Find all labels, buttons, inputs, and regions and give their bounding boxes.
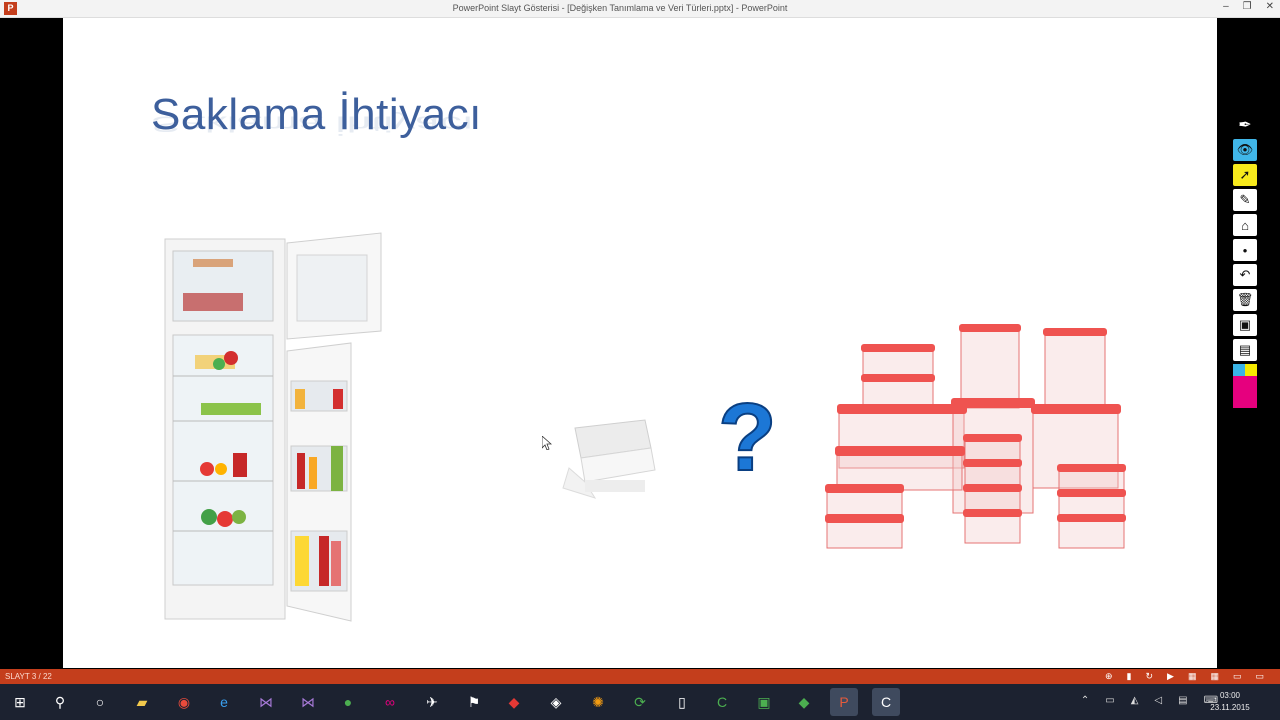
visual-studio-icon[interactable]: ⋈	[252, 688, 280, 716]
food-containers-image	[825, 324, 1126, 549]
dot-size-icon[interactable]: •	[1233, 239, 1257, 261]
notes-icon[interactable]: ▮	[1127, 671, 1132, 682]
document-icon[interactable]: ▤	[1233, 339, 1257, 361]
clock-time: 03:00	[1219, 691, 1241, 700]
taskbar-clock[interactable]: 03:00 23.11.2015	[1200, 690, 1260, 714]
clock-date: 23.11.2015	[1210, 703, 1250, 712]
refrigerator-image	[164, 232, 382, 622]
chat-app-icon[interactable]: ●	[334, 688, 362, 716]
eye-icon[interactable]: 👁	[1233, 139, 1257, 161]
restore-button[interactable]: ❐	[1243, 1, 1252, 12]
normal-view-icon[interactable]: ▦	[1188, 671, 1197, 682]
slide-sorter-icon[interactable]: ▦	[1210, 671, 1219, 682]
pen-icon[interactable]: ✒	[1233, 114, 1257, 136]
slideshow-view-icon[interactable]: ▭	[1255, 671, 1264, 682]
question-mark: ?	[717, 384, 778, 491]
network-icon[interactable]: ◭	[1131, 695, 1139, 706]
diamond-app-icon[interactable]: ◆	[790, 688, 818, 716]
unity-icon[interactable]: ◈	[542, 688, 570, 716]
chrome-icon[interactable]: ◉	[170, 688, 198, 716]
plastic-tray-image	[562, 419, 656, 499]
window-titlebar: P PowerPoint Slayt Gösterisi - [Değişken…	[0, 0, 1280, 18]
color-magenta-swatch[interactable]	[1233, 376, 1257, 408]
slideshow-statusbar: SLAYT 3 / 22 ⊕ ▮ ↻ ▶ ▦ ▦ ▭ ▭	[0, 669, 1280, 684]
visual-studio-2-icon[interactable]: ⋈	[294, 688, 322, 716]
mouse-pointer-icon	[542, 436, 552, 450]
tag-icon[interactable]: ⌂	[1233, 214, 1257, 236]
camera-icon[interactable]: ▣	[1233, 314, 1257, 336]
window-title: PowerPoint Slayt Gösterisi - [Değişken T…	[452, 3, 788, 13]
window-controls: – ❐ ✕	[1223, 1, 1274, 12]
selection-arrow-icon[interactable]: ➚	[1233, 164, 1257, 186]
ink-toolbar: ✒ 👁 ➚ ✎ ⌂ • ↶ 🗑 ▣ ▤	[1232, 114, 1258, 426]
chevron-up-icon[interactable]: ⌃	[1081, 695, 1089, 706]
red-app-icon[interactable]: ◆	[500, 688, 528, 716]
search-icon[interactable]: ⚲	[46, 688, 74, 716]
system-tray: ⌃ ▭ ◭ ◁ ▤ ⌨	[1081, 695, 1218, 706]
undo-icon[interactable]: ↶	[1233, 264, 1257, 286]
color-swatches	[1233, 364, 1257, 376]
slide-title-reflection: Saklama İhtiyacı	[151, 111, 474, 137]
windows-taskbar: ⊞ ⚲ ○ ▰ ◉ e ⋈ ⋈ ● ∞ ✈ ⚑ ◆ ◈ ✺ ⟳ ▯ C ▣ ◆ …	[0, 684, 1280, 720]
document-app-icon[interactable]: ▯	[668, 688, 696, 716]
infinity-app-icon[interactable]: ∞	[376, 688, 404, 716]
sync-icon[interactable]: ⟳	[626, 688, 654, 716]
status-icons: ⊕ ▮ ↻ ▶ ▦ ▦ ▭ ▭	[1105, 671, 1264, 682]
slide-counter: SLAYT 3 / 22	[5, 672, 52, 681]
reading-view-icon[interactable]: ▭	[1233, 671, 1242, 682]
color-cyan-swatch[interactable]	[1233, 364, 1245, 376]
task-view-icon[interactable]: ○	[86, 688, 114, 716]
settings-icon[interactable]: ▶	[1167, 671, 1174, 682]
blender-icon[interactable]: ✺	[584, 688, 612, 716]
notifications-icon[interactable]: ▤	[1178, 695, 1187, 706]
maps-icon[interactable]: ⚑	[460, 688, 488, 716]
battery-icon[interactable]: ▭	[1105, 695, 1114, 706]
recorder-icon[interactable]: ▣	[750, 688, 778, 716]
edge-icon[interactable]: e	[210, 688, 238, 716]
eraser-icon[interactable]: ✎	[1233, 189, 1257, 211]
file-explorer-icon[interactable]: ▰	[128, 688, 156, 716]
close-button[interactable]: ✕	[1266, 1, 1274, 12]
windows-start-icon[interactable]: ⊞	[6, 688, 34, 716]
minimize-button[interactable]: –	[1223, 1, 1229, 12]
replay-icon[interactable]: ↻	[1145, 671, 1153, 682]
color-yellow-swatch[interactable]	[1245, 364, 1257, 376]
tool-app-icon[interactable]: ✈	[418, 688, 446, 716]
powerpoint-taskbar-icon[interactable]: P	[830, 688, 858, 716]
slide-canvas[interactable]: Saklama İhtiyacı Saklama İhtiyacı ?	[63, 18, 1217, 668]
record-icon[interactable]: ⊕	[1105, 671, 1113, 682]
volume-icon[interactable]: ◁	[1154, 695, 1162, 706]
trash-icon[interactable]: 🗑	[1233, 289, 1257, 311]
console-app-icon[interactable]: C	[872, 688, 900, 716]
camtasia-icon[interactable]: C	[708, 688, 736, 716]
